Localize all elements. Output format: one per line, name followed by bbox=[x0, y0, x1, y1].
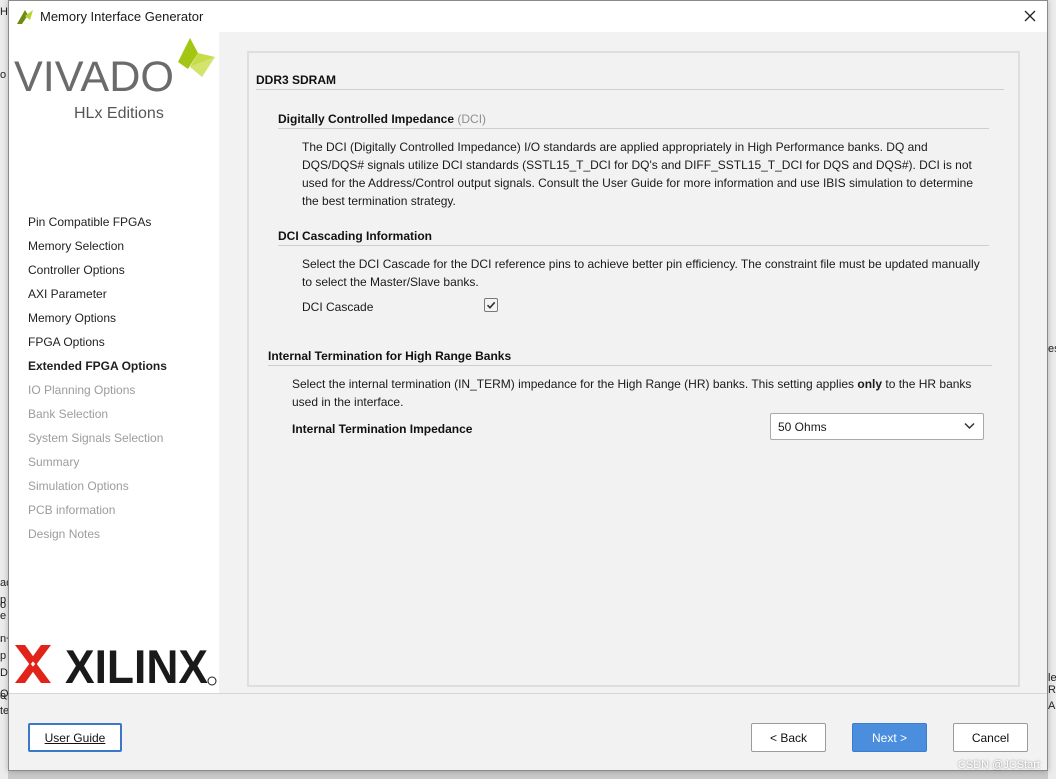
background-app-right-strip: es leR AM bbox=[1048, 0, 1056, 779]
dci-description: The DCI (Digitally Controlled Impedance)… bbox=[302, 140, 974, 208]
chevron-down-icon bbox=[964, 422, 975, 430]
sidebar-item-pcb-information[interactable]: PCB information bbox=[28, 502, 167, 526]
background-text-fragment: n bbox=[0, 633, 7, 645]
internal-termination-impedance-select[interactable]: 50 Ohms bbox=[770, 413, 984, 440]
dci-cascading-title: DCI Cascading Information bbox=[278, 229, 433, 243]
cascading-description: Select the DCI Cascade for the DCI refer… bbox=[302, 257, 980, 289]
cancel-button[interactable]: Cancel bbox=[953, 723, 1028, 752]
dci-section-title: Digitally Controlled Impedance (DCI) bbox=[278, 112, 487, 126]
background-text-fragment: le bbox=[1048, 672, 1056, 684]
footer-divider bbox=[9, 693, 1047, 694]
dci-divider bbox=[278, 128, 989, 129]
wizard-sidebar: VIVADO HLx Editions Pin Compatible FPGAs… bbox=[9, 32, 219, 693]
vivado-edition: HLx Editions bbox=[74, 105, 164, 122]
background-text-fragment: e bbox=[0, 690, 7, 702]
wizard-step-list: Pin Compatible FPGAs Memory Selection Cont… bbox=[28, 214, 167, 550]
background-app-left-strip: Hoacpo ge. -npDFQete bbox=[0, 0, 8, 779]
sidebar-item-memory-selection[interactable]: Memory Selection bbox=[28, 238, 167, 262]
user-guide-button[interactable]: User Guide bbox=[28, 723, 122, 752]
sidebar-item-design-notes[interactable]: Design Notes bbox=[28, 526, 167, 550]
vivado-wordmark: VIVADO bbox=[14, 53, 174, 101]
background-text-fragment: DF bbox=[0, 667, 8, 679]
cascading-divider bbox=[278, 245, 989, 246]
mig-dialog: Memory Interface Generator VIVADO HLx Ed… bbox=[8, 0, 1048, 771]
back-button[interactable]: < Back bbox=[751, 723, 826, 752]
sidebar-item-extended-fpga-options[interactable]: Extended FPGA Options bbox=[28, 358, 167, 382]
background-text-fragment: o bbox=[0, 69, 7, 81]
sidebar-item-fpga-options[interactable]: FPGA Options bbox=[28, 334, 167, 358]
sidebar-item-axi-parameter[interactable]: AXI Parameter bbox=[28, 286, 167, 310]
impedance-selected-value: 50 Ohms bbox=[778, 419, 827, 434]
internal-termination-title: Internal Termination for High Range Bank… bbox=[268, 349, 512, 363]
sidebar-item-summary[interactable]: Summary bbox=[28, 454, 167, 478]
background-text-fragment: e bbox=[0, 610, 7, 622]
background-text-fragment: H bbox=[0, 6, 8, 18]
memory-type-header: DDR3 SDRAM bbox=[256, 73, 337, 87]
next-button[interactable]: Next > bbox=[852, 723, 927, 752]
internal-termination-description: Select the internal termination (IN_TERM… bbox=[292, 377, 972, 409]
background-text-fragment: p bbox=[0, 650, 7, 662]
sidebar-item-bank-selection[interactable]: Bank Selection bbox=[28, 406, 167, 430]
internal-termination-impedance-label: Internal Termination Impedance bbox=[292, 422, 473, 436]
background-text-fragment: es bbox=[1048, 343, 1056, 355]
sidebar-item-system-signals-selection[interactable]: System Signals Selection bbox=[28, 430, 167, 454]
options-panel: DDR3 SDRAM Digitally Controlled Impedanc… bbox=[247, 51, 1020, 687]
vivado-app-icon bbox=[17, 9, 33, 24]
dci-cascade-checkbox[interactable] bbox=[484, 298, 498, 312]
sidebar-item-memory-options[interactable]: Memory Options bbox=[28, 310, 167, 334]
watermark: CSDN @JCStart bbox=[957, 759, 1040, 771]
window-title: Memory Interface Generator bbox=[40, 9, 204, 24]
sidebar-item-simulation-options[interactable]: Simulation Options bbox=[28, 478, 167, 502]
header-divider bbox=[256, 89, 1004, 90]
close-icon[interactable] bbox=[1019, 5, 1041, 27]
vivado-hlx-logo: VIVADO HLx Editions bbox=[14, 38, 215, 122]
background-text-fragment: AM bbox=[1048, 700, 1056, 712]
background-text-fragment: ac bbox=[0, 577, 8, 589]
internal-termination-divider bbox=[268, 365, 992, 366]
xilinx-wordmark: XILINX bbox=[65, 640, 208, 689]
checkmark-icon bbox=[486, 301, 496, 309]
title-bar: Memory Interface Generator bbox=[9, 1, 1047, 32]
sidebar-item-pin-compatible-fpgas[interactable]: Pin Compatible FPGAs bbox=[28, 214, 167, 238]
background-text-fragment: te bbox=[0, 705, 8, 717]
background-text-fragment: R bbox=[1048, 684, 1056, 696]
sidebar-item-controller-options[interactable]: Controller Options bbox=[28, 262, 167, 286]
dci-cascade-label: DCI Cascade bbox=[302, 300, 374, 314]
sidebar-item-io-planning-options[interactable]: IO Planning Options bbox=[28, 382, 167, 406]
xilinx-logo: XILINX bbox=[15, 640, 217, 689]
